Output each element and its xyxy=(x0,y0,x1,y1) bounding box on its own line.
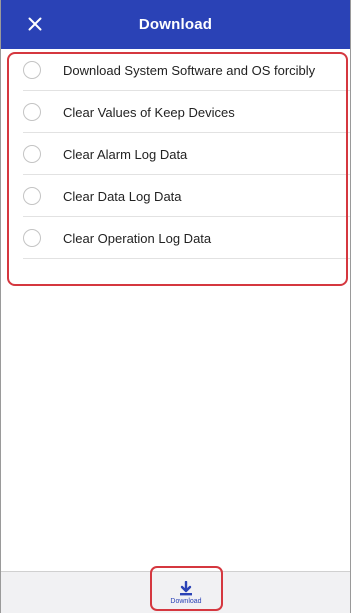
close-button[interactable] xyxy=(21,10,49,38)
option-clear-keep-devices[interactable]: Clear Values of Keep Devices xyxy=(1,91,350,133)
option-clear-operation-log[interactable]: Clear Operation Log Data xyxy=(1,217,350,259)
download-icon xyxy=(180,581,192,596)
radio-button[interactable] xyxy=(23,103,41,121)
radio-button[interactable] xyxy=(23,229,41,247)
bottom-toolbar: Download xyxy=(1,571,350,613)
close-icon xyxy=(28,17,42,31)
option-clear-data-log[interactable]: Clear Data Log Data xyxy=(1,175,350,217)
option-clear-alarm-log[interactable]: Clear Alarm Log Data xyxy=(1,133,350,175)
option-download-system-software[interactable]: Download System Software and OS forcibly xyxy=(1,49,350,91)
option-label: Download System Software and OS forcibly xyxy=(63,62,316,78)
page-title: Download xyxy=(138,16,213,33)
option-label: Clear Operation Log Data xyxy=(63,230,212,246)
option-label: Clear Data Log Data xyxy=(63,188,182,204)
download-button[interactable]: Download xyxy=(149,576,223,610)
option-label: Clear Alarm Log Data xyxy=(63,146,188,162)
radio-button[interactable] xyxy=(23,61,41,79)
download-button-label: Download xyxy=(170,598,202,605)
header-bar: Download xyxy=(1,0,350,49)
download-options-list: Download System Software and OS forcibly… xyxy=(1,49,350,259)
radio-button[interactable] xyxy=(23,187,41,205)
download-screen: Download Download System Software and OS… xyxy=(0,0,351,613)
radio-button[interactable] xyxy=(23,145,41,163)
option-label: Clear Values of Keep Devices xyxy=(63,104,235,120)
